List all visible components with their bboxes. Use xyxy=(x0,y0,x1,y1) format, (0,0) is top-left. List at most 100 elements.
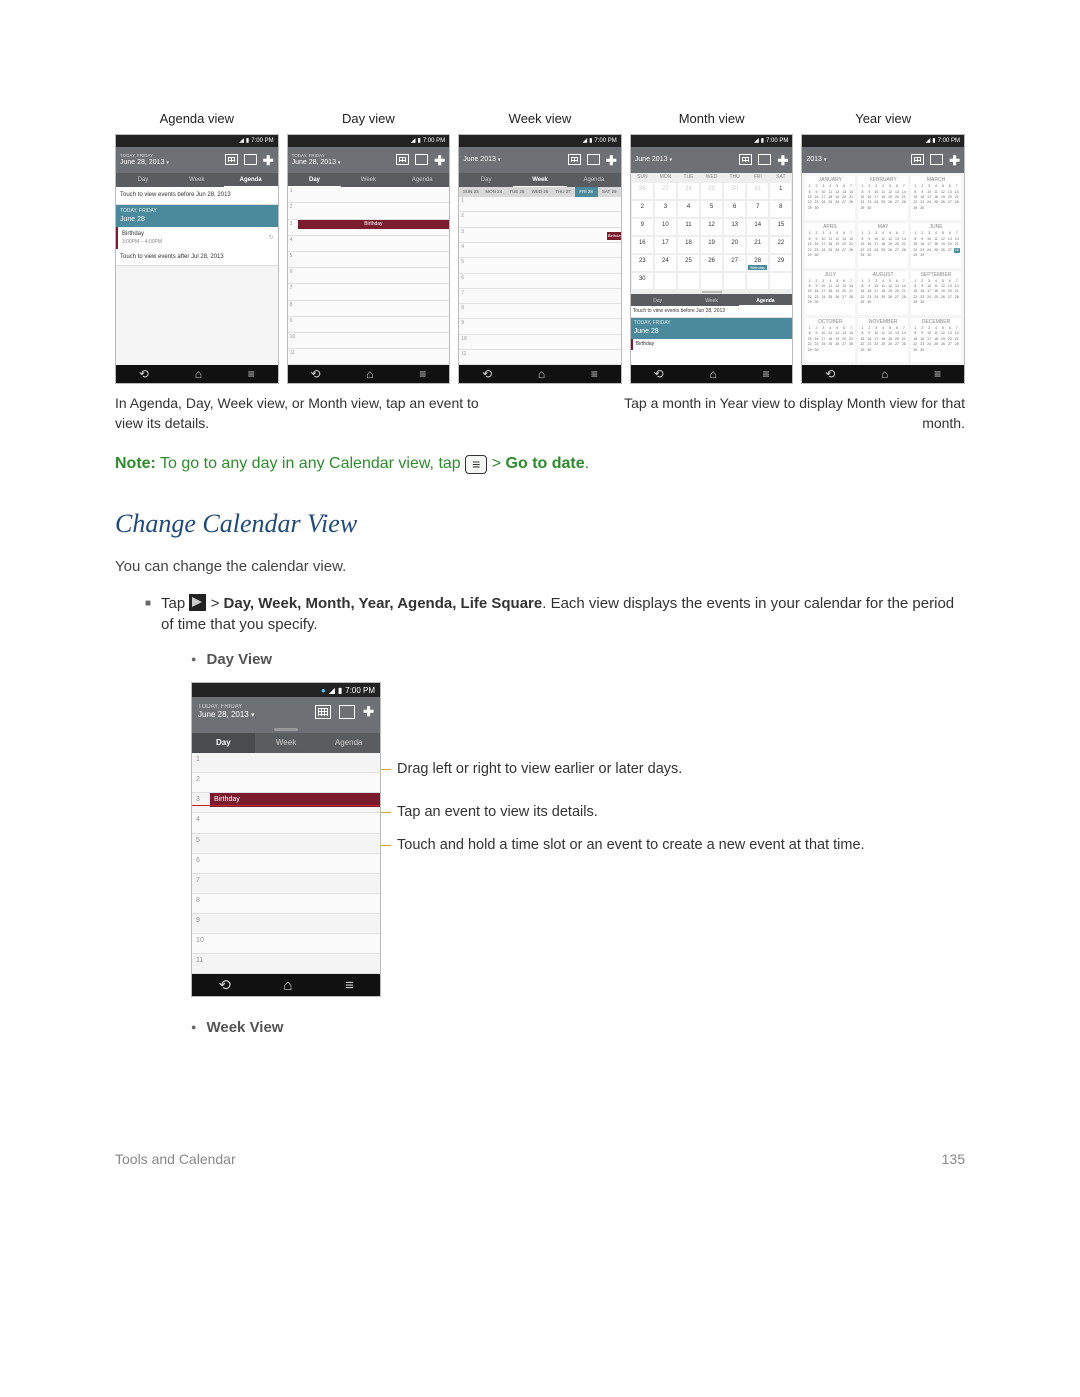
grid-icon[interactable] xyxy=(568,154,581,165)
mini-month[interactable]: AUGUST1234567891011121314151617181920212… xyxy=(858,271,908,315)
mini-month[interactable]: APRIL12345678910111213141516171819202122… xyxy=(805,223,855,267)
mini-month[interactable]: JULY123456789101112131415161718192021222… xyxy=(805,271,855,315)
captions: In Agenda, Day, Week view, or Month view… xyxy=(115,394,965,433)
add-icon[interactable]: ✚ xyxy=(263,154,274,167)
day-rows: 1 2 3Birthday 4 5 6 7 8 9 10 11 xyxy=(288,187,450,365)
year-label: Year view xyxy=(801,110,965,128)
callout-1: Drag left or right to view earlier or la… xyxy=(381,760,965,779)
section-heading: Change Calendar View xyxy=(115,506,965,542)
menu-icon[interactable]: ≡ xyxy=(345,975,354,996)
week-event[interactable]: Birthday xyxy=(607,232,621,240)
footer-section: Tools and Calendar xyxy=(115,1150,236,1170)
tab-day[interactable]: Day xyxy=(631,294,685,306)
today-icon[interactable] xyxy=(415,154,428,165)
add-icon[interactable]: ✚ xyxy=(434,154,445,167)
status-time: 7:00 PM xyxy=(345,685,375,696)
grid-icon[interactable] xyxy=(315,705,331,719)
caption-left: In Agenda, Day, Week view, or Month view… xyxy=(115,394,498,433)
menu-icon[interactable]: ≡ xyxy=(248,366,255,383)
today-icon[interactable] xyxy=(244,154,257,165)
list-item-1: ■ Tap > Day, Week, Month, Year, Agenda, … xyxy=(145,593,965,1050)
add-icon[interactable]: ✚ xyxy=(949,154,960,167)
mini-month[interactable]: NOVEMBER12345678910111213141516171819202… xyxy=(858,318,908,362)
tab-week[interactable]: Week xyxy=(513,173,567,187)
note-label: Note: xyxy=(115,455,156,472)
add-icon[interactable]: ✚ xyxy=(363,705,374,719)
agenda-body: Touch to view events before Jun 28, 2013… xyxy=(116,187,278,365)
goto-date: Go to date xyxy=(506,455,585,472)
tab-week[interactable]: Week xyxy=(170,173,224,187)
today-icon[interactable] xyxy=(339,705,355,719)
home-icon[interactable]: ⌂ xyxy=(195,366,202,383)
back-icon[interactable]: ⟲ xyxy=(310,366,320,383)
grid-icon[interactable] xyxy=(396,154,409,165)
home-icon[interactable]: ⌂ xyxy=(283,975,292,996)
tab-day[interactable]: Day xyxy=(459,173,513,187)
mini-month[interactable]: JANUARY123456789101112131415161718192021… xyxy=(805,176,855,220)
week-label: Week view xyxy=(458,110,622,128)
tab-agenda[interactable]: Agenda xyxy=(317,733,380,753)
year-grid: JANUARY123456789101112131415161718192021… xyxy=(802,173,964,365)
back-icon[interactable]: ⟲ xyxy=(218,975,231,996)
tab-agenda[interactable]: Agenda xyxy=(224,173,278,187)
tab-agenda[interactable]: Agenda xyxy=(567,173,621,187)
grid-icon[interactable] xyxy=(739,154,752,165)
mini-month[interactable]: JUNE123456789101112131415161718192021222… xyxy=(911,223,961,267)
menu-icon[interactable]: ≡ xyxy=(591,366,598,383)
view-names: Day, Week, Month, Year, Agenda, Life Squ… xyxy=(224,595,543,612)
tab-day[interactable]: Day xyxy=(116,173,170,187)
mini-month[interactable]: DECEMBER12345678910111213141516171819202… xyxy=(911,318,961,362)
mini-month[interactable]: FEBRUARY12345678910111213141516171819202… xyxy=(858,176,908,220)
add-icon[interactable]: ✚ xyxy=(606,154,617,167)
add-icon[interactable]: ✚ xyxy=(777,154,788,167)
back-icon[interactable]: ⟲ xyxy=(654,366,664,383)
home-icon[interactable]: ⌂ xyxy=(881,366,888,383)
mini-month[interactable]: MAY1234567891011121314151617181920212223… xyxy=(858,223,908,267)
nav-bar: ⟲ ⌂ ≡ xyxy=(116,365,278,383)
mini-month[interactable]: OCTOBER123456789101112131415161718192021… xyxy=(805,318,855,362)
sub-item-week: ● Week View xyxy=(191,1017,965,1038)
note-text: To go to any day in any Calendar view, t… xyxy=(156,455,465,472)
week-col: Week view ◢▮7:00 PM June 2013 ▾ ✚ Day We… xyxy=(458,110,622,384)
tab-day[interactable]: Day xyxy=(288,173,342,187)
today-icon[interactable] xyxy=(930,154,943,165)
current-time-line xyxy=(192,805,380,806)
agenda-date-header: TODAY, FRIDAYJune 28 xyxy=(116,205,278,228)
callout-2: Tap an event to view its details. xyxy=(381,803,965,822)
back-icon[interactable]: ⟲ xyxy=(825,366,835,383)
day-rows-large[interactable]: 1 2 3Birthday 4 5 6 7 8 9 10 11 xyxy=(192,753,380,974)
back-icon[interactable]: ⟲ xyxy=(139,366,149,383)
caption-right: Tap a month in Year view to display Mont… xyxy=(583,394,966,433)
menu-icon[interactable]: ≡ xyxy=(419,366,426,383)
day-phone-large: ●◢▮7:00 PM TODAY, FRIDAYJune 28, 2013 ▾ … xyxy=(191,682,381,997)
home-icon[interactable]: ⌂ xyxy=(709,366,716,383)
tab-agenda[interactable]: Agenda xyxy=(739,294,793,306)
callout-3: Touch and hold a time slot or an event t… xyxy=(381,836,965,855)
home-icon[interactable]: ⌂ xyxy=(366,366,373,383)
agenda-event[interactable]: Birthday3:00PM – 4:00PM ↻ xyxy=(116,227,278,248)
back-icon[interactable]: ⟲ xyxy=(482,366,492,383)
day-col: Day view ◢▮7:00 PM TODAY, FRIDAYJune 28,… xyxy=(287,110,451,384)
tab-agenda[interactable]: Agenda xyxy=(395,173,449,187)
signal-icon: ◢ xyxy=(239,137,244,145)
year-col: Year view ◢▮7:00 PM 2013 ▾ ✚ JANUARY1234… xyxy=(801,110,965,384)
mini-month[interactable]: MARCH12345678910111213141516171819202122… xyxy=(911,176,961,220)
today-icon[interactable] xyxy=(758,154,771,165)
battery-icon: ▮ xyxy=(338,685,342,696)
touch-after[interactable]: Touch to view events after Jul 28, 2013 xyxy=(116,249,278,266)
day-event[interactable]: Birthday xyxy=(298,220,450,229)
tab-week[interactable]: Week xyxy=(685,294,739,306)
grid-icon[interactable] xyxy=(911,154,924,165)
tab-week[interactable]: Week xyxy=(341,173,395,187)
status-bar: ◢▮7:00 PM xyxy=(116,135,278,147)
touch-before[interactable]: Touch to view events before Jun 28, 2013 xyxy=(116,187,278,204)
tab-week[interactable]: Week xyxy=(255,733,318,753)
today-icon[interactable] xyxy=(587,154,600,165)
grid-icon[interactable] xyxy=(225,154,238,165)
menu-icon[interactable]: ≡ xyxy=(762,366,769,383)
mini-month[interactable]: SEPTEMBER1234567891011121314151617181920… xyxy=(911,271,961,315)
bullet-list: ■ Tap > Day, Week, Month, Year, Agenda, … xyxy=(145,593,965,1050)
home-icon[interactable]: ⌂ xyxy=(538,366,545,383)
menu-icon[interactable]: ≡ xyxy=(934,366,941,383)
tab-day[interactable]: Day xyxy=(192,733,255,753)
